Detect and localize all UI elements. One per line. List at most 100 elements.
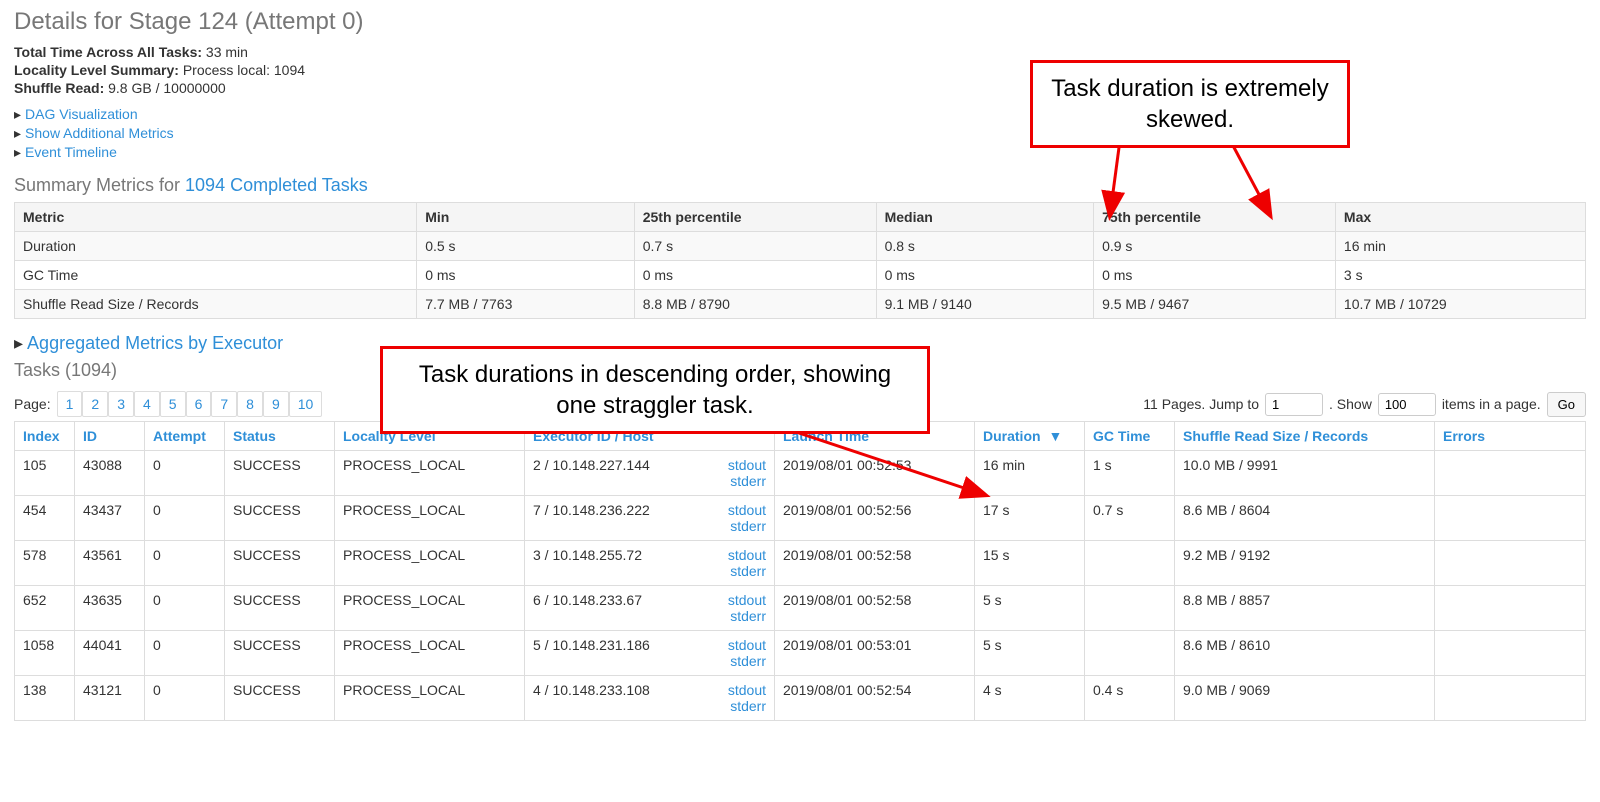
show-additional-metrics-link[interactable]: ▸Show Additional Metrics	[14, 125, 1586, 142]
cell: SUCCESS	[225, 676, 335, 721]
cell: 2019/08/01 00:53:01	[775, 631, 975, 676]
cell: 4 s	[975, 676, 1085, 721]
cell: SUCCESS	[225, 631, 335, 676]
page-number[interactable]: 8	[237, 391, 263, 417]
caret-right-icon: ▸	[14, 144, 21, 160]
cell: 0.5 s	[417, 232, 635, 261]
cell: Shuffle Read Size / Records	[15, 290, 417, 319]
cell	[1435, 631, 1586, 676]
cell: 2019/08/01 00:52:58	[775, 541, 975, 586]
cell: 1 s	[1085, 451, 1175, 496]
cell: 10.7 MB / 10729	[1335, 290, 1585, 319]
executor-cell: 3 / 10.148.255.72stdoutstderr	[525, 541, 775, 586]
cell: 0	[145, 451, 225, 496]
stderr-link[interactable]: stderr	[728, 653, 766, 669]
stderr-link[interactable]: stderr	[728, 698, 766, 714]
stdout-link[interactable]: stdout	[728, 457, 766, 473]
summary-header: Median	[876, 203, 1094, 232]
dag-link-text[interactable]: DAG Visualization	[25, 106, 138, 122]
cell	[1435, 451, 1586, 496]
page-number[interactable]: 9	[263, 391, 289, 417]
cell: SUCCESS	[225, 586, 335, 631]
cell: 8.6 MB / 8610	[1175, 631, 1435, 676]
summary-header: 75th percentile	[1094, 203, 1336, 232]
event-timeline-link-text[interactable]: Event Timeline	[25, 144, 117, 160]
table-row: 652436350SUCCESSPROCESS_LOCAL6 / 10.148.…	[15, 586, 1586, 631]
cell: 44041	[75, 631, 145, 676]
cell: 0 ms	[1094, 261, 1336, 290]
cell: 652	[15, 586, 75, 631]
page-number[interactable]: 10	[289, 391, 323, 417]
stdout-link[interactable]: stdout	[728, 547, 766, 563]
dag-visualization-link[interactable]: ▸DAG Visualization	[14, 106, 1586, 123]
cell: PROCESS_LOCAL	[335, 631, 525, 676]
page-number[interactable]: 4	[134, 391, 160, 417]
cell: GC Time	[15, 261, 417, 290]
executor-cell: 6 / 10.148.233.67stdoutstderr	[525, 586, 775, 631]
jump-to-input[interactable]	[1265, 393, 1323, 416]
executor-cell: 4 / 10.148.233.108stdoutstderr	[525, 676, 775, 721]
tasks-header[interactable]: ID	[75, 422, 145, 451]
tasks-header[interactable]: Shuffle Read Size / Records	[1175, 422, 1435, 451]
stdout-link[interactable]: stdout	[728, 682, 766, 698]
stderr-link[interactable]: stderr	[728, 473, 766, 489]
cell: 0	[145, 541, 225, 586]
go-button[interactable]: Go	[1547, 392, 1586, 417]
stderr-link[interactable]: stderr	[728, 518, 766, 534]
tasks-header[interactable]: Index	[15, 422, 75, 451]
cell: PROCESS_LOCAL	[335, 586, 525, 631]
cell: 43088	[75, 451, 145, 496]
tasks-header[interactable]: Duration ▼	[975, 422, 1085, 451]
summary-title-prefix: Summary Metrics for	[14, 175, 185, 195]
cell: 2019/08/01 00:52:54	[775, 676, 975, 721]
cell: 9.2 MB / 9192	[1175, 541, 1435, 586]
summary-title-link[interactable]: 1094 Completed Tasks	[185, 175, 368, 195]
total-time-label: Total Time Across All Tasks:	[14, 44, 202, 60]
page-number[interactable]: 3	[108, 391, 134, 417]
cell: 0	[145, 496, 225, 541]
tasks-header[interactable]: GC Time	[1085, 422, 1175, 451]
caret-right-icon: ▸	[14, 333, 27, 353]
cell: 7.7 MB / 7763	[417, 290, 635, 319]
cell: 2019/08/01 00:52:53	[775, 451, 975, 496]
tasks-header[interactable]: Errors	[1435, 422, 1586, 451]
show-metrics-link-text[interactable]: Show Additional Metrics	[25, 125, 174, 141]
cell: 9.0 MB / 9069	[1175, 676, 1435, 721]
summary-header: 25th percentile	[634, 203, 876, 232]
stderr-link[interactable]: stderr	[728, 608, 766, 624]
page-number[interactable]: 5	[160, 391, 186, 417]
cell: 1058	[15, 631, 75, 676]
items-label: items in a page.	[1442, 396, 1541, 412]
page-number[interactable]: 6	[186, 391, 212, 417]
page-number[interactable]: 2	[82, 391, 108, 417]
stderr-link[interactable]: stderr	[728, 563, 766, 579]
cell: 0.8 s	[876, 232, 1094, 261]
summary-header: Min	[417, 203, 635, 232]
aggregated-metrics-link[interactable]: Aggregated Metrics by Executor	[27, 333, 283, 353]
cell: 5 s	[975, 586, 1085, 631]
page-number[interactable]: 1	[57, 391, 83, 417]
cell: 0	[145, 631, 225, 676]
cell: 0	[145, 676, 225, 721]
callout-straggler-task: Task durations in descending order, show…	[380, 346, 930, 434]
stdout-link[interactable]: stdout	[728, 592, 766, 608]
cell: 16 min	[1335, 232, 1585, 261]
event-timeline-link[interactable]: ▸Event Timeline	[14, 144, 1586, 161]
executor-cell: 5 / 10.148.231.186stdoutstderr	[525, 631, 775, 676]
stdout-link[interactable]: stdout	[728, 637, 766, 653]
cell: 43121	[75, 676, 145, 721]
stdout-link[interactable]: stdout	[728, 502, 766, 518]
page-title: Details for Stage 124 (Attempt 0)	[14, 8, 1586, 36]
shuffle-read-label: Shuffle Read:	[14, 80, 104, 96]
cell: 2019/08/01 00:52:58	[775, 586, 975, 631]
table-row: Shuffle Read Size / Records7.7 MB / 7763…	[15, 290, 1586, 319]
cell: 0.4 s	[1085, 676, 1175, 721]
show-label: . Show	[1329, 396, 1372, 412]
table-row: 1058440410SUCCESSPROCESS_LOCAL5 / 10.148…	[15, 631, 1586, 676]
page-number[interactable]: 7	[211, 391, 237, 417]
tasks-header[interactable]: Attempt	[145, 422, 225, 451]
meta-total-time: Total Time Across All Tasks: 33 min	[14, 44, 1586, 60]
cell	[1435, 496, 1586, 541]
tasks-header[interactable]: Status	[225, 422, 335, 451]
show-count-input[interactable]	[1378, 393, 1436, 416]
